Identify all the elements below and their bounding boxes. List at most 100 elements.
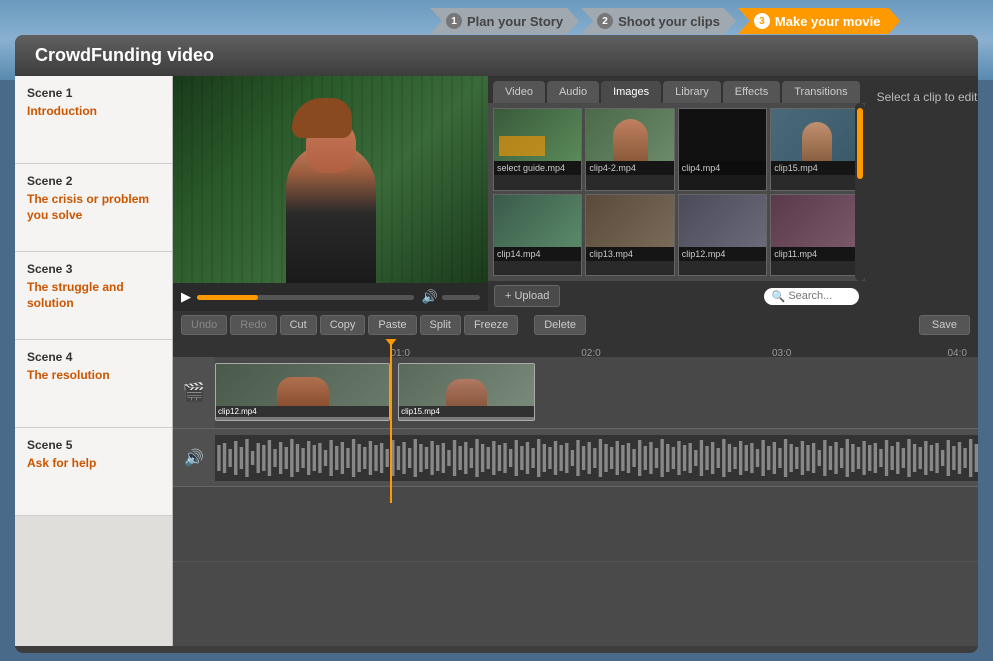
title-bar: CrowdFunding video (15, 35, 978, 76)
audio-track-icon: 🔊 (173, 448, 215, 468)
cut-button[interactable]: Cut (280, 315, 317, 335)
scene3-desc: The struggle and solution (27, 280, 160, 311)
split-button[interactable]: Split (420, 315, 461, 335)
upload-button[interactable]: + Upload (494, 285, 560, 307)
playhead (390, 339, 392, 503)
media-thumb-1[interactable]: select guide.mp4 (493, 108, 582, 191)
film-icon: 🎬 (183, 382, 205, 403)
volume-icon: 🔊 (422, 289, 438, 305)
search-box: 🔍 (764, 288, 859, 305)
thumb5-label: clip14.mp4 (494, 247, 581, 261)
tab-transitions[interactable]: Transitions (782, 81, 859, 103)
media-thumb-2[interactable]: clip4-2.mp4 (585, 108, 674, 191)
media-panel: Video Audio Images Library Effects Trans… (488, 76, 865, 311)
main-container: CrowdFunding video Scene 1 Introduction … (15, 35, 978, 653)
scene2-label: Scene 2 (27, 174, 160, 188)
play-button[interactable]: ▶ (181, 289, 191, 305)
tab-audio[interactable]: Audio (547, 81, 599, 103)
save-button[interactable]: Save (919, 315, 970, 335)
step-1-label: Plan your Story (467, 14, 563, 29)
right-panel: ▶ 🔊 Video Audio Images L (173, 76, 978, 646)
media-tabs: Video Audio Images Library Effects Trans… (488, 76, 865, 103)
page-title: CrowdFunding video (35, 45, 214, 65)
properties-label: Select a clip to edit properties (877, 90, 978, 104)
timeline-section: Undo Redo Cut Copy Paste Split Freeze De… (173, 311, 978, 646)
scene5-label: Scene 5 (27, 438, 160, 452)
step-1[interactable]: 1 Plan your Story (430, 8, 579, 34)
playhead-triangle (384, 339, 398, 346)
waveform (215, 435, 978, 481)
search-icon: 🔍 (772, 290, 786, 303)
scene5-desc: Ask for help (27, 456, 160, 472)
scene4-label: Scene 4 (27, 350, 160, 364)
sidebar-item-scene3[interactable]: Scene 3 The struggle and solution (15, 252, 172, 340)
media-scrollbar[interactable] (855, 103, 865, 281)
timeline-ruler: 01:0 02:0 03:0 04:0 (173, 339, 978, 357)
tab-effects[interactable]: Effects (723, 81, 780, 103)
scene1-desc: Introduction (27, 104, 160, 120)
tab-library[interactable]: Library (663, 81, 721, 103)
media-thumb-8[interactable]: clip11.mp4 (770, 194, 859, 277)
empty-track-1 (173, 487, 978, 562)
steps-nav: 1 Plan your Story 2 Shoot your clips 3 M… (430, 8, 900, 34)
step-3-num: 3 (754, 13, 770, 29)
step-3-label: Make your movie (775, 14, 881, 29)
volume-bar[interactable] (442, 295, 480, 300)
thumb3-label: clip4.mp4 (679, 161, 766, 175)
video-track: 🎬 clip12.mp4 (173, 357, 978, 429)
tab-images[interactable]: Images (601, 81, 661, 103)
sidebar-item-scene2[interactable]: Scene 2 The crisis or problem you solve (15, 164, 172, 252)
clip2-label: clip15.mp4 (399, 406, 534, 417)
sidebar-item-scene1[interactable]: Scene 1 Introduction (15, 76, 172, 164)
search-input[interactable] (788, 290, 848, 302)
undo-button[interactable]: Undo (181, 315, 227, 335)
tab-video[interactable]: Video (493, 81, 545, 103)
sidebar-item-scene5[interactable]: Scene 5 Ask for help (15, 428, 172, 516)
upper-section: ▶ 🔊 Video Audio Images L (173, 76, 978, 311)
media-thumb-5[interactable]: clip14.mp4 (493, 194, 582, 277)
media-thumb-7[interactable]: clip12.mp4 (678, 194, 767, 277)
delete-button[interactable]: Delete (534, 315, 586, 335)
thumb7-label: clip12.mp4 (679, 247, 766, 261)
thumb4-label: clip15.mp4 (771, 161, 858, 175)
step-2-label: Shoot your clips (618, 14, 720, 29)
video-progress-bar[interactable] (197, 295, 414, 300)
media-thumb-4[interactable]: clip15.mp4 (770, 108, 859, 191)
copy-button[interactable]: Copy (320, 315, 366, 335)
freeze-button[interactable]: Freeze (464, 315, 518, 335)
toolbar: Undo Redo Cut Copy Paste Split Freeze De… (173, 311, 978, 339)
video-progress-fill (197, 295, 258, 300)
step-2[interactable]: 2 Shoot your clips (581, 8, 736, 34)
video-track-icon: 🎬 (173, 382, 215, 403)
clip1-label: clip12.mp4 (216, 406, 389, 417)
timeline-tracks-area: 01:0 02:0 03:0 04:0 🎬 (173, 339, 978, 646)
scene3-label: Scene 3 (27, 262, 160, 276)
waveform-svg (215, 435, 978, 481)
clip-block-1[interactable]: clip12.mp4 (215, 363, 390, 421)
audio-track: 🔊 (173, 429, 978, 487)
video-track-content[interactable]: clip12.mp4 clip15.mp4 (215, 357, 978, 428)
step-2-num: 2 (597, 13, 613, 29)
scene1-label: Scene 1 (27, 86, 160, 100)
sidebar-item-scene4[interactable]: Scene 4 The resolution (15, 340, 172, 428)
media-bottom-bar: + Upload 🔍 (488, 281, 865, 311)
step-3[interactable]: 3 Make your movie (738, 8, 901, 34)
video-preview-container: ▶ 🔊 (173, 76, 488, 311)
thumb1-label: select guide.mp4 (494, 161, 581, 175)
content-area: Scene 1 Introduction Scene 2 The crisis … (15, 76, 978, 646)
redo-button[interactable]: Redo (230, 315, 276, 335)
speaker-icon: 🔊 (184, 448, 204, 468)
media-thumb-6[interactable]: clip13.mp4 (585, 194, 674, 277)
scene4-desc: The resolution (27, 368, 160, 384)
media-thumb-3[interactable]: clip4.mp4 (678, 108, 767, 191)
video-controls: ▶ 🔊 (173, 283, 488, 311)
clip-block-2[interactable]: clip15.mp4 (398, 363, 535, 421)
paste-button[interactable]: Paste (368, 315, 416, 335)
media-grid: select guide.mp4 clip4-2.mp4 c (488, 103, 865, 281)
step-1-num: 1 (446, 13, 462, 29)
thumb2-label: clip4-2.mp4 (586, 161, 673, 175)
media-scrollbar-thumb (857, 108, 863, 179)
thumb6-label: clip13.mp4 (586, 247, 673, 261)
video-preview (173, 76, 488, 283)
properties-panel: Select a clip to edit properties (865, 76, 978, 311)
